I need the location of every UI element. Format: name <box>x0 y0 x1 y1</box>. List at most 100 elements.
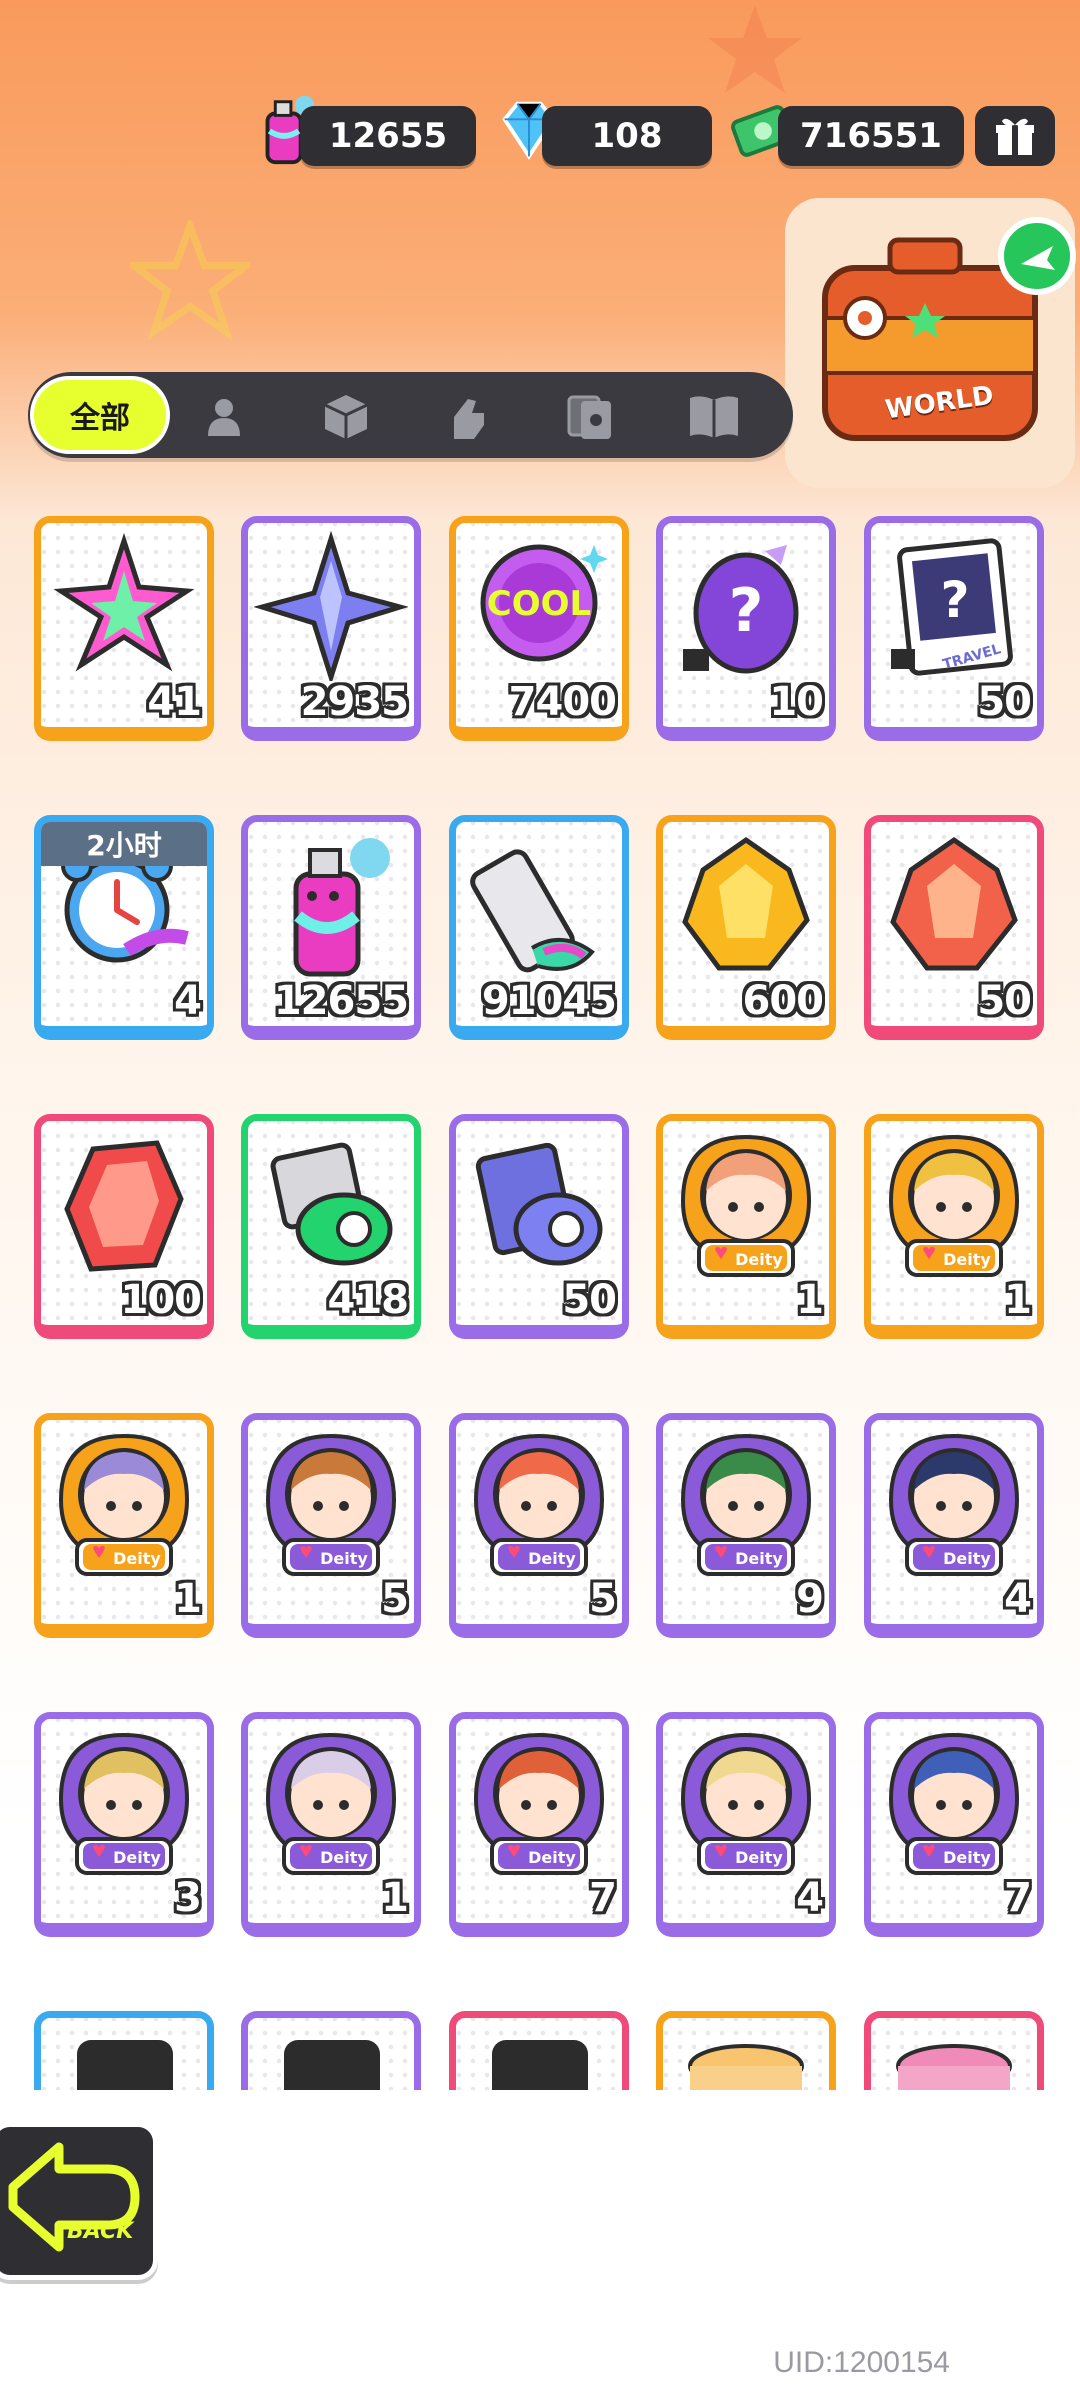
deity-avatar-icon: Deity <box>680 1732 812 1875</box>
item-count: 4 <box>1004 1576 1032 1622</box>
inventory-item-card[interactable]: Deity 3 <box>34 1712 214 1937</box>
deity-avatar-icon: Deity <box>265 1732 397 1875</box>
phone-card-icon <box>492 2040 588 2090</box>
star-decoration-icon <box>708 5 802 93</box>
deity-label: Deity <box>735 1848 783 1867</box>
mystery-egg-icon: ? <box>683 545 799 674</box>
deity-label: Deity <box>113 1848 161 1867</box>
spray-currency-value: 12655 <box>328 116 448 156</box>
inventory-grid: 41 2935 COOL 7400? 10? TRAVEL 50 2小时 4 12655 91045… <box>0 500 1080 2090</box>
hand-icon <box>454 399 484 439</box>
deity-label: Deity <box>113 1549 161 1568</box>
inventory-item-card[interactable]: Deity 4 <box>656 1712 836 1937</box>
deity-label: Deity <box>943 1848 991 1867</box>
inventory-item-card[interactable]: Deity 5 <box>449 1413 629 1638</box>
deity-avatar-icon: Deity <box>888 1433 1020 1576</box>
deity-label: Deity <box>320 1549 368 1568</box>
mystery-card-icon: ?TRAVEL <box>891 538 1013 676</box>
deity-avatar-icon: Deity <box>58 1433 190 1576</box>
deity-avatar-icon: Deity <box>888 1732 1020 1875</box>
inventory-item-card[interactable]: 2935 <box>241 516 421 741</box>
inventory-item-card[interactable] <box>449 2011 629 2090</box>
inventory-item-card[interactable]: Deity 1 <box>656 1114 836 1339</box>
inventory-item-card[interactable]: Deity 1 <box>241 1712 421 1937</box>
inventory-item-card[interactable]: 12655 <box>241 815 421 1040</box>
tab-all[interactable]: 全部 <box>30 376 170 454</box>
item-count: 1 <box>796 1277 824 1323</box>
inventory-item-card[interactable]: 2小时 4 <box>34 815 214 1040</box>
inventory-item-card[interactable]: Deity 4 <box>864 1413 1044 1638</box>
inventory-item-card[interactable]: 600 <box>656 815 836 1040</box>
inventory-item-card[interactable]: 50 <box>864 815 1044 1040</box>
deity-label: Deity <box>528 1549 576 1568</box>
star-decoration-icon <box>130 220 250 340</box>
inventory-item-card[interactable]: ? 10 <box>656 516 836 741</box>
rainbow-star-icon <box>53 532 195 672</box>
spray-currency-counter: 12655 <box>300 106 476 166</box>
inventory-item-card[interactable]: 418 <box>241 1114 421 1339</box>
tab-collection[interactable] <box>686 388 742 444</box>
deity-label: Deity <box>735 1250 783 1269</box>
deity-avatar-icon: Deity <box>680 1433 812 1576</box>
gold-crystal-icon <box>682 836 810 971</box>
back-label: BACK <box>67 2219 134 2244</box>
deity-label: Deity <box>320 1848 368 1867</box>
inventory-item-card[interactable]: Deity 1 <box>34 1413 214 1638</box>
item-count: 600 <box>742 978 824 1024</box>
svg-text:?: ? <box>940 571 969 629</box>
back-button[interactable]: BACK <box>0 2122 158 2280</box>
deity-label: Deity <box>943 1549 991 1568</box>
cash-currency-value: 716551 <box>800 116 942 156</box>
tab-items[interactable] <box>318 388 374 444</box>
inventory-item-card[interactable]: 50 <box>449 1114 629 1339</box>
spray-can-icon <box>293 838 390 977</box>
tab-gestures[interactable] <box>440 388 496 444</box>
item-count: 10 <box>769 679 824 725</box>
diamond-currency-counter: 108 <box>542 106 712 166</box>
back-arrow-icon <box>8 2142 140 2252</box>
item-count: 100 <box>120 1277 202 1323</box>
item-count: 7400 <box>508 679 617 725</box>
deity-avatar-icon: Deity <box>473 1433 605 1576</box>
tab-all-label: 全部 <box>70 401 130 436</box>
gift-button[interactable] <box>975 106 1055 166</box>
item-count: 1 <box>174 1576 202 1622</box>
item-count: 4 <box>174 978 202 1024</box>
inventory-item-card[interactable]: Deity 1 <box>864 1114 1044 1339</box>
tab-characters[interactable] <box>196 388 252 444</box>
cards-icon <box>567 395 611 439</box>
deity-avatar-icon: Deity <box>473 1732 605 1875</box>
deity-label: Deity <box>943 1250 991 1269</box>
pink-can-icon <box>896 2044 1012 2090</box>
inventory-item-card[interactable]: Deity 5 <box>241 1413 421 1638</box>
item-count: 50 <box>977 679 1032 725</box>
inventory-item-card[interactable] <box>656 2011 836 2090</box>
cash-currency-counter: 716551 <box>778 106 964 166</box>
red-gem-icon <box>64 1140 184 1272</box>
inventory-item-card[interactable] <box>241 2011 421 2090</box>
inventory-item-card[interactable]: COOL 7400 <box>449 516 629 741</box>
item-count: 9 <box>796 1576 824 1622</box>
world-suitcase-button[interactable]: WORLD <box>785 198 1080 493</box>
item-count: 3 <box>174 1875 202 1921</box>
inventory-item-card[interactable]: 100 <box>34 1114 214 1339</box>
phone-card-icon <box>284 2040 380 2090</box>
inventory-item-card[interactable]: Deity 9 <box>656 1413 836 1638</box>
inventory-item-card[interactable]: Deity 7 <box>449 1712 629 1937</box>
tab-cards[interactable] <box>562 388 618 444</box>
deity-avatar-icon: Deity <box>888 1134 1020 1277</box>
item-count: 2935 <box>300 679 409 725</box>
inventory-item-card[interactable]: 41 <box>34 516 214 741</box>
diamond-currency-value: 108 <box>591 116 663 156</box>
phone-card-icon <box>77 2040 173 2090</box>
inventory-item-card[interactable] <box>864 2011 1044 2090</box>
inventory-item-card[interactable]: Deity 7 <box>864 1712 1044 1937</box>
inventory-item-card[interactable]: ? TRAVEL 50 <box>864 516 1044 741</box>
item-count: 1 <box>381 1875 409 1921</box>
item-count: 1 <box>1004 1277 1032 1323</box>
inventory-item-card[interactable] <box>34 2011 214 2090</box>
deity-avatar-icon: Deity <box>265 1433 397 1576</box>
purple-ticket-icon <box>475 1142 603 1266</box>
deity-label: Deity <box>735 1549 783 1568</box>
inventory-item-card[interactable]: 91045 <box>449 815 629 1040</box>
